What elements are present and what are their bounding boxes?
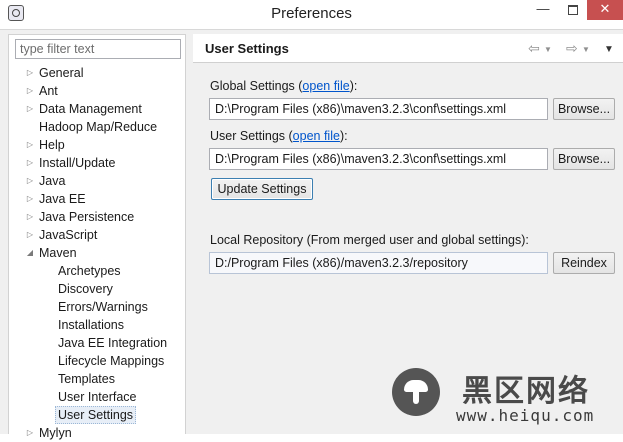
tree-item-label: Archetypes: [58, 264, 121, 278]
tree-item-label: Errors/Warnings: [58, 300, 148, 314]
filter-input[interactable]: [15, 39, 181, 59]
tree-item[interactable]: ▷ Help: [9, 136, 185, 154]
global-settings-field[interactable]: D:\Program Files (x86)\maven3.2.3\conf\s…: [209, 98, 548, 120]
global-settings-label-text: Global Settings (: [210, 79, 303, 93]
preferences-navigation: ▷ General ▷ Ant ▷ Data Management Hadoop Map/R…: [8, 34, 186, 440]
tree-item-label: Ant: [39, 84, 58, 98]
collapsed-arrow-icon[interactable]: ▷: [25, 64, 35, 82]
user-settings-label-suffix: ):: [339, 129, 348, 143]
tree-item[interactable]: Java EE Integration: [9, 334, 185, 352]
collapsed-arrow-icon[interactable]: ▷: [25, 154, 35, 172]
forward-arrow-icon[interactable]: ⇨: [566, 40, 578, 57]
user-browse-button[interactable]: Browse...: [553, 148, 615, 170]
tree-item[interactable]: ▷ Install/Update: [9, 154, 185, 172]
tree-item-label: JavaScript: [39, 228, 98, 242]
tree-item[interactable]: ▷ Java Persistence: [9, 208, 185, 226]
user-settings-label: User Settings (open file):: [210, 129, 348, 143]
tree-item-label: General: [39, 66, 84, 80]
tree-item-label: Data Management: [39, 102, 142, 116]
dialog-body: ▷ General ▷ Ant ▷ Data Management Hadoop Map/R…: [0, 29, 623, 440]
tree-item[interactable]: Templates: [9, 370, 185, 388]
tree-item[interactable]: ▷ JavaScript: [9, 226, 185, 244]
tree-item-label: Installations: [58, 318, 125, 332]
tree-item[interactable]: Errors/Warnings: [9, 298, 185, 316]
reindex-button[interactable]: Reindex: [553, 252, 615, 274]
user-settings-label-text: User Settings (: [210, 129, 293, 143]
global-settings-label: Global Settings (open file):: [210, 79, 357, 93]
tree-item-label: User Settings: [55, 406, 137, 424]
tree-item-label: Discovery: [58, 282, 113, 296]
minimize-button[interactable]: —: [530, 0, 556, 20]
tree-item-label: Templates: [58, 372, 115, 386]
tree-item[interactable]: ▷ Ant: [9, 82, 185, 100]
tree-item[interactable]: ◢ Maven: [9, 244, 185, 262]
tree-item[interactable]: Archetypes: [9, 262, 185, 280]
collapsed-arrow-icon[interactable]: ▷: [25, 226, 35, 244]
collapsed-arrow-icon[interactable]: ▷: [25, 136, 35, 154]
tree-item[interactable]: Discovery: [9, 280, 185, 298]
tree-item-label: Java Persistence: [39, 210, 135, 224]
back-dropdown-icon[interactable]: ▼: [544, 45, 552, 54]
global-settings-label-suffix: ):: [349, 79, 358, 93]
user-settings-field[interactable]: D:\Program Files (x86)\maven3.2.3\conf\s…: [209, 148, 548, 170]
local-repository-field[interactable]: D:/Program Files (x86)/maven3.2.3/reposi…: [209, 252, 548, 274]
tree-item-label: User Interface: [58, 390, 137, 404]
page-title: User Settings: [205, 41, 289, 56]
tree-item-label: Help: [39, 138, 65, 152]
tree-item[interactable]: ▷ Java: [9, 172, 185, 190]
tree-item[interactable]: User Settings: [9, 406, 185, 424]
collapsed-arrow-icon[interactable]: ▷: [25, 424, 35, 442]
tree-item-label: Maven: [39, 246, 77, 260]
settings-page: User Settings ⇦ ▼ ⇨ ▼ ▼ Global Settings …: [193, 34, 623, 434]
close-button[interactable]: ✕: [587, 0, 623, 20]
local-repository-label: Local Repository (From merged user and g…: [210, 233, 529, 247]
tree-item-label: Java: [39, 174, 66, 188]
tree-item[interactable]: ▷ Mylyn: [9, 424, 185, 442]
tree-item-label: Hadoop Map/Reduce: [39, 120, 158, 134]
tree-item[interactable]: User Interface: [9, 388, 185, 406]
tree-item[interactable]: Hadoop Map/Reduce: [9, 118, 185, 136]
window-titlebar: Preferences — ✕: [0, 0, 623, 28]
global-open-file-link[interactable]: open file: [302, 79, 349, 93]
user-open-file-link[interactable]: open file: [293, 129, 340, 143]
collapsed-arrow-icon[interactable]: ▷: [25, 172, 35, 190]
tree-item[interactable]: ▷ Data Management: [9, 100, 185, 118]
global-browse-button[interactable]: Browse...: [553, 98, 615, 120]
collapsed-arrow-icon[interactable]: ▷: [25, 208, 35, 226]
tree-item-label: Install/Update: [39, 156, 116, 170]
update-settings-button[interactable]: Update Settings: [211, 178, 313, 200]
page-header: User Settings ⇦ ▼ ⇨ ▼ ▼: [193, 34, 623, 63]
tree-item-label: Lifecycle Mappings: [58, 354, 165, 368]
collapsed-arrow-icon[interactable]: ▷: [25, 190, 35, 208]
tree-item-label: Mylyn: [39, 426, 72, 440]
tree-item[interactable]: Installations: [9, 316, 185, 334]
tree-item[interactable]: ▷ General: [9, 64, 185, 82]
tree-item-label: Java EE: [39, 192, 86, 206]
maximize-button[interactable]: [560, 0, 586, 20]
collapsed-arrow-icon[interactable]: ▷: [25, 100, 35, 118]
preferences-tree: ▷ General ▷ Ant ▷ Data Management Hadoop Map/R…: [9, 64, 185, 442]
tree-item[interactable]: ▷ Java EE: [9, 190, 185, 208]
back-arrow-icon[interactable]: ⇦: [528, 40, 540, 57]
forward-dropdown-icon[interactable]: ▼: [582, 45, 590, 54]
view-menu-icon[interactable]: ▼: [604, 44, 614, 55]
expanded-arrow-icon[interactable]: ◢: [25, 244, 35, 262]
collapsed-arrow-icon[interactable]: ▷: [25, 82, 35, 100]
maximize-icon: [568, 5, 578, 15]
tree-item-label: Java EE Integration: [58, 336, 168, 350]
tree-item[interactable]: Lifecycle Mappings: [9, 352, 185, 370]
